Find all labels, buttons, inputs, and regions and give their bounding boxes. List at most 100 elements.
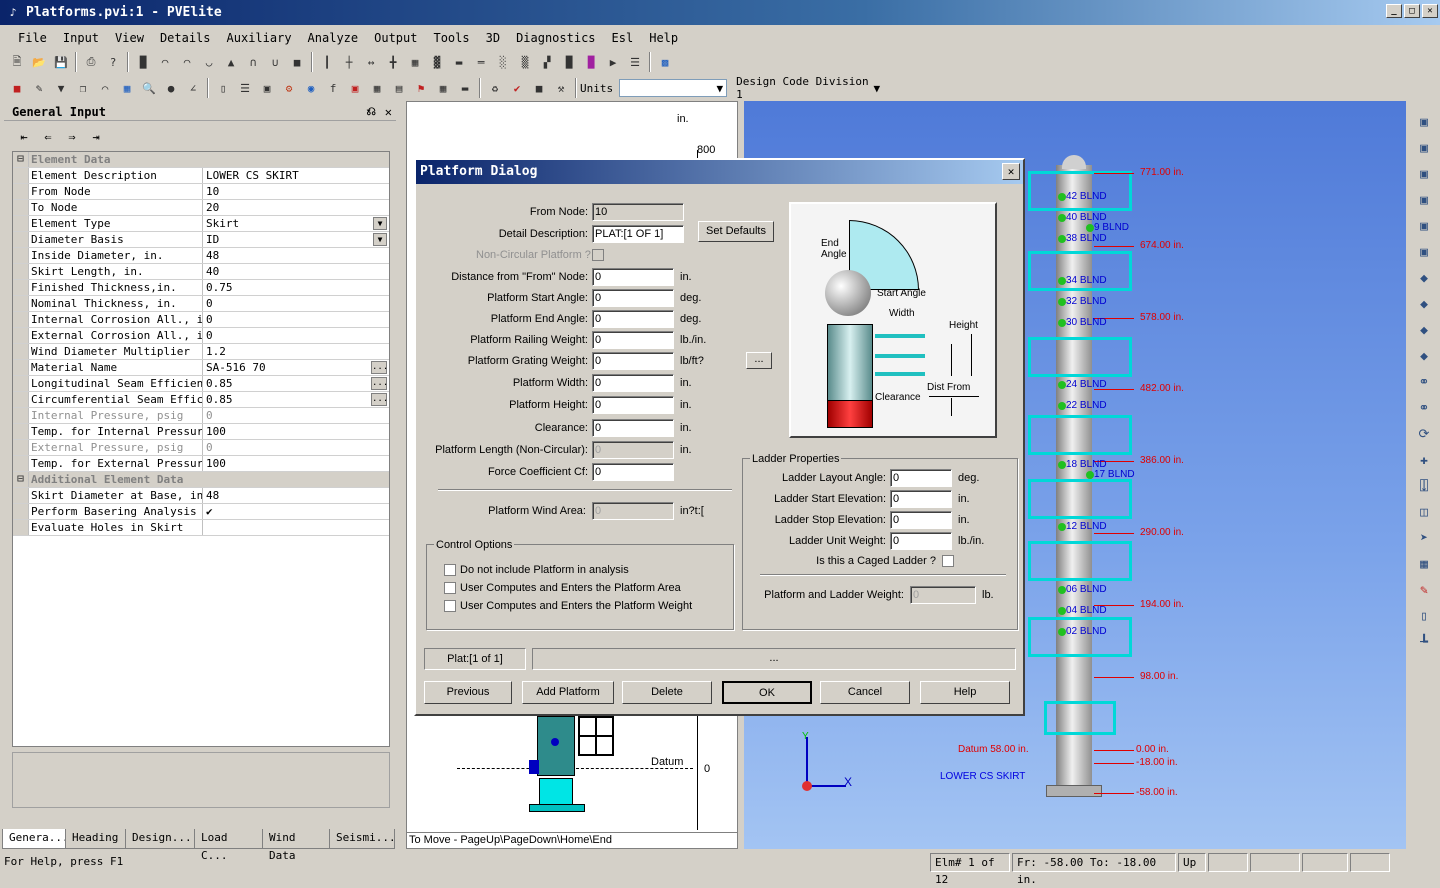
- platform-field-input[interactable]: 0: [592, 310, 674, 328]
- collapse-icon[interactable]: ⊟: [13, 152, 29, 167]
- list-icon[interactable]: ☰: [236, 79, 254, 97]
- grid-value[interactable]: 40: [203, 264, 389, 279]
- grid-value[interactable]: 0: [203, 296, 389, 311]
- grid-row[interactable]: Internal Corrosion All., in. 0: [13, 312, 389, 328]
- grid-value[interactable]: 1.2: [203, 344, 389, 359]
- grid-row[interactable]: Nominal Thickness, in. 0: [13, 296, 389, 312]
- user-weight-checkbox[interactable]: [444, 600, 456, 612]
- platform-field-input[interactable]: 0: [592, 419, 674, 437]
- platform-list-item[interactable]: Plat:[1 of 1]: [424, 648, 526, 670]
- iso-view-3-icon[interactable]: ◆: [1414, 323, 1434, 343]
- grid-value[interactable]: 100: [203, 456, 389, 471]
- grid-value[interactable]: 0.85...: [203, 392, 389, 407]
- menu-tools[interactable]: Tools: [425, 31, 477, 45]
- grid-row[interactable]: Perform Basering Analysis ✔: [13, 504, 389, 520]
- view-bottom-icon[interactable]: ▣: [1414, 193, 1434, 213]
- grid-value[interactable]: 20: [203, 200, 389, 215]
- grid-value[interactable]: 0: [203, 408, 389, 423]
- saddle-icon[interactable]: ▶: [604, 53, 622, 71]
- pdf-icon[interactable]: ▣: [346, 79, 364, 97]
- sphere-icon[interactable]: ●: [162, 79, 180, 97]
- grid-value[interactable]: 0: [203, 440, 389, 455]
- grid-row[interactable]: Material Name SA-516 70...: [13, 360, 389, 376]
- tray-icon[interactable]: ▦: [406, 53, 424, 71]
- grid-value[interactable]: SA-516 70...: [203, 360, 389, 375]
- zoom-out-icon[interactable]: ⚭: [1414, 401, 1434, 421]
- grid-value[interactable]: 0: [203, 312, 389, 327]
- stop-icon[interactable]: ■: [530, 79, 548, 97]
- ring-icon[interactable]: ┃: [318, 53, 336, 71]
- halfpipe-icon[interactable]: █: [560, 53, 578, 71]
- iso-view-2-icon[interactable]: ◆: [1414, 297, 1434, 317]
- chevron-down-icon[interactable]: ▼: [373, 217, 387, 230]
- nozzle-marker[interactable]: [1058, 193, 1066, 201]
- close-panel-icon[interactable]: ✕: [385, 105, 392, 119]
- platform-field-input[interactable]: 0: [592, 352, 674, 370]
- previous-button[interactable]: Previous: [424, 681, 512, 704]
- grid-value[interactable]: 10: [203, 184, 389, 199]
- annotate-icon[interactable]: ✎: [1414, 583, 1434, 603]
- close-icon[interactable]: ✕: [1002, 163, 1020, 180]
- ladder-field-input[interactable]: 0: [890, 532, 952, 550]
- nozzle-label[interactable]: 22 BLND: [1066, 400, 1107, 411]
- packing-icon[interactable]: ▓: [428, 53, 446, 71]
- nozzle-marker[interactable]: [1058, 298, 1066, 306]
- nozzle-icon[interactable]: ┼: [340, 53, 358, 71]
- pin-icon[interactable]: ⎌: [366, 104, 376, 119]
- grid-row[interactable]: Skirt Diameter at Base, in. 48: [13, 488, 389, 504]
- lining-icon[interactable]: ▒: [516, 53, 534, 71]
- view-right-icon[interactable]: ▣: [1414, 245, 1434, 265]
- exclude-platform-checkbox[interactable]: [444, 564, 456, 576]
- grid-row[interactable]: External Pressure, psig 0: [13, 440, 389, 456]
- grid-value[interactable]: [203, 520, 389, 535]
- grid-value[interactable]: 0: [203, 328, 389, 343]
- minimize-button[interactable]: _: [1386, 4, 1402, 18]
- lug-icon[interactable]: █: [582, 53, 600, 71]
- platform-field-input[interactable]: 0: [592, 396, 674, 414]
- close-window-button[interactable]: ✕: [1422, 4, 1438, 18]
- menu-esl[interactable]: Esl: [604, 31, 642, 45]
- view-left-icon[interactable]: ▣: [1414, 219, 1434, 239]
- nozzle-label[interactable]: 17 BLND: [1094, 469, 1135, 480]
- grid-value[interactable]: 48: [203, 248, 389, 263]
- nozzle-label[interactable]: 9 BLND: [1094, 222, 1129, 233]
- view-top-icon[interactable]: ▣: [1414, 167, 1434, 187]
- design-code-select[interactable]: Design Code Division 1 ▼: [733, 75, 884, 101]
- platform-field-input[interactable]: 0: [592, 463, 674, 481]
- function-icon[interactable]: f: [324, 79, 342, 97]
- set-defaults-button[interactable]: Set Defaults: [698, 221, 774, 242]
- grid-row[interactable]: Finished Thickness,in. 0.75: [13, 280, 389, 296]
- tab-load-cases[interactable]: Load C...: [194, 829, 263, 862]
- platform-icon[interactable]: ↔: [362, 53, 380, 71]
- legs-icon[interactable]: ☰: [626, 53, 644, 71]
- help-button[interactable]: Help: [920, 681, 1010, 704]
- platform-field-input[interactable]: 0: [592, 268, 674, 286]
- nozzle-marker[interactable]: [1058, 214, 1066, 222]
- tools-icon[interactable]: ⚒: [552, 79, 570, 97]
- nozzle-label[interactable]: 06 BLND: [1066, 584, 1107, 595]
- menu-file[interactable]: File: [10, 31, 55, 45]
- table-icon[interactable]: ▦: [118, 79, 136, 97]
- grid-row[interactable]: Circumferential Seam Efficien0.85...: [13, 392, 389, 408]
- grid-value[interactable]: 48: [203, 488, 389, 503]
- ladder-field-input[interactable]: 0: [890, 469, 952, 487]
- edit-icon[interactable]: ✎: [30, 79, 48, 97]
- nozzle-label[interactable]: 34 BLND: [1066, 275, 1107, 286]
- grid-row[interactable]: Wind Diameter Multiplier 1.2: [13, 344, 389, 360]
- grid-row[interactable]: From Node 10: [13, 184, 389, 200]
- iso-view-4-icon[interactable]: ◆: [1414, 349, 1434, 369]
- frame-icon[interactable]: ▣: [258, 79, 276, 97]
- dimension-icon[interactable]: ┺: [1414, 635, 1434, 655]
- nozzle-label[interactable]: 12 BLND: [1066, 521, 1107, 532]
- zoom-window-icon[interactable]: ⍗: [1414, 479, 1434, 499]
- nozzle-marker[interactable]: [1086, 224, 1094, 232]
- ladder-icon[interactable]: ╋: [384, 53, 402, 71]
- cylinder-3d-icon[interactable]: ▯: [1414, 609, 1434, 629]
- globe-icon[interactable]: ◉: [302, 79, 320, 97]
- menu-help[interactable]: Help: [641, 31, 686, 45]
- view-back-icon[interactable]: ▣: [1414, 141, 1434, 161]
- open-file-icon[interactable]: 📂: [30, 53, 48, 71]
- platform-field-input[interactable]: 0: [592, 289, 674, 307]
- grid-value[interactable]: 0.85...: [203, 376, 389, 391]
- grid-value[interactable]: 0.75: [203, 280, 389, 295]
